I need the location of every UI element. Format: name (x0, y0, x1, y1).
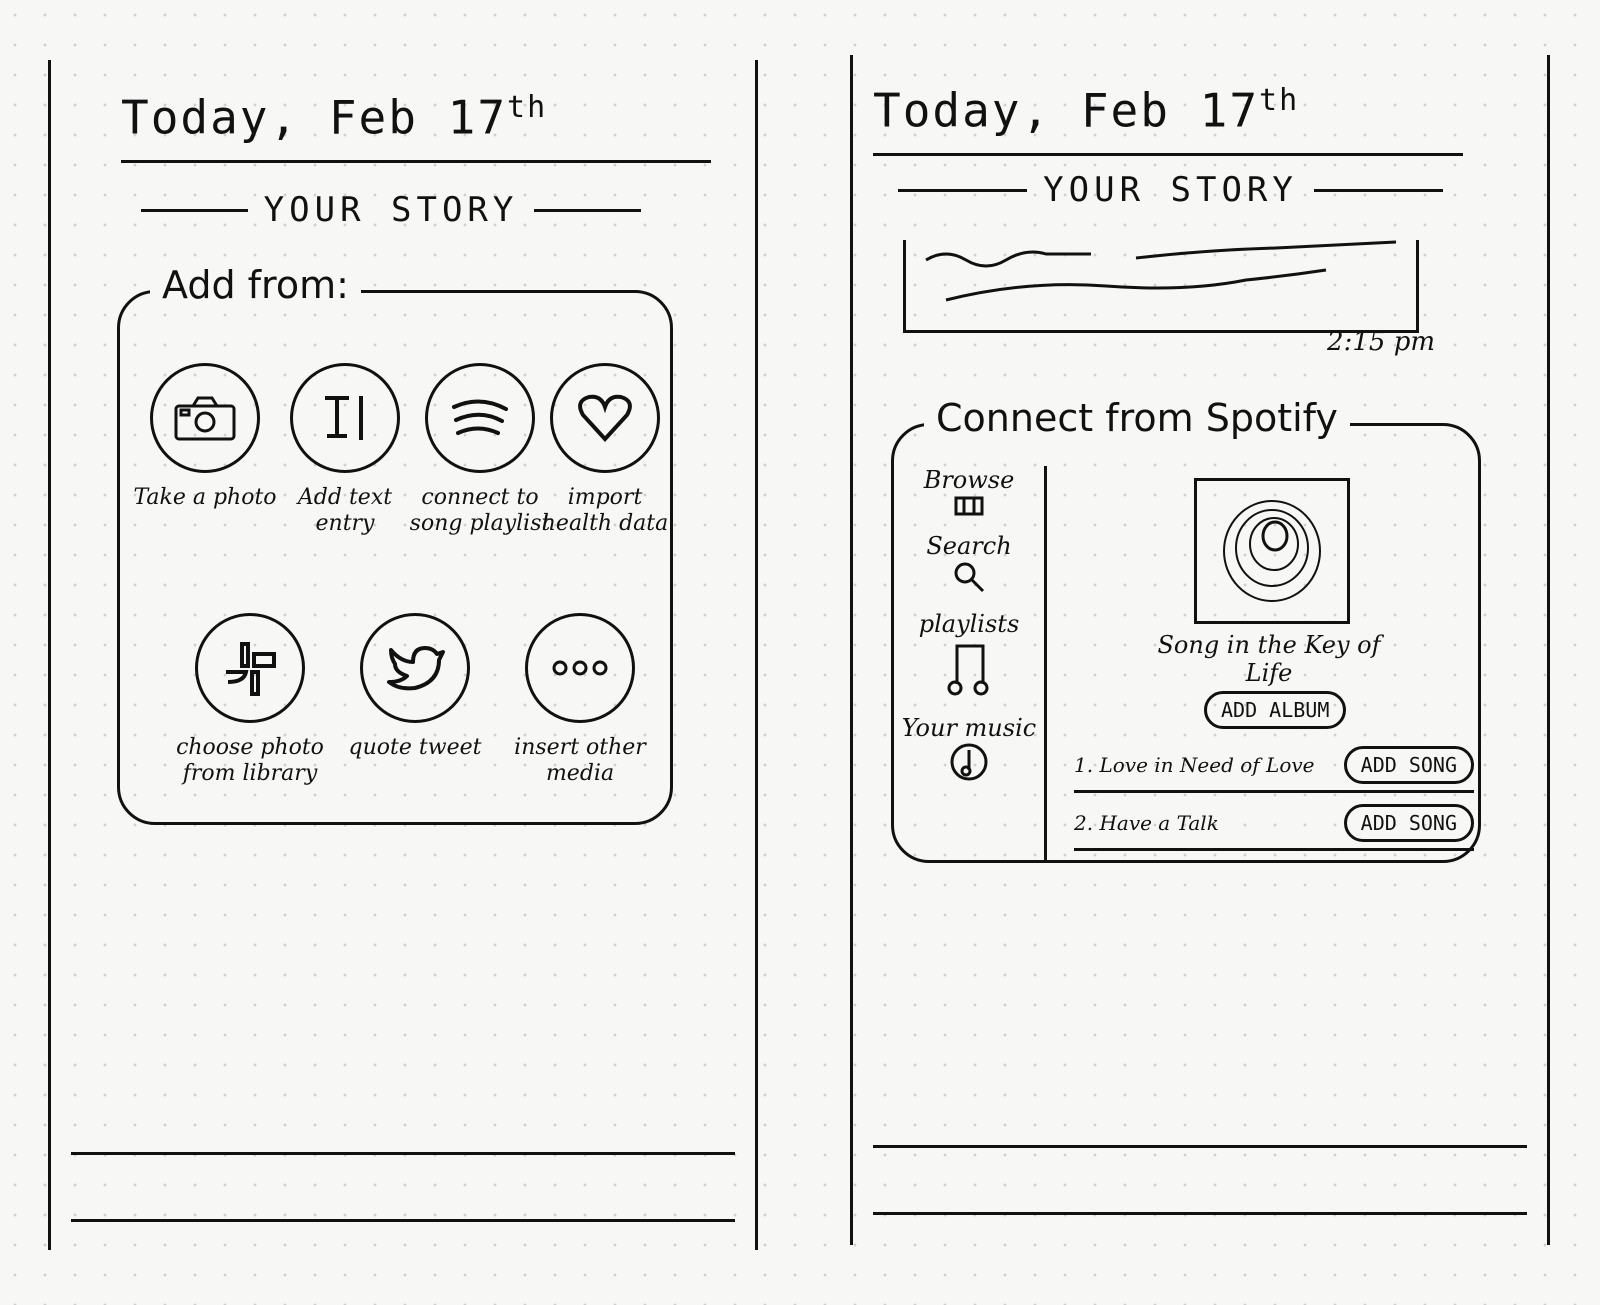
option-label: quote tweet (348, 735, 482, 760)
song-text: 1. Love in Need of Love (1074, 753, 1315, 777)
spotify-legend: Connect from Spotify (924, 396, 1350, 440)
date-suffix: th (507, 90, 548, 125)
option-label: choose photo from library (176, 735, 324, 786)
song-title: Have a Talk (1099, 811, 1219, 835)
divider (141, 208, 248, 212)
spotify-panel: Connect from Spotify Browse Search playl… (891, 396, 1481, 863)
divider (1313, 188, 1444, 192)
nav-label: Search (926, 532, 1012, 560)
add-album-button[interactable]: ADD ALBUM (1204, 691, 1347, 729)
song-text: 2. Have a Talk (1074, 811, 1219, 835)
album-art[interactable] (1194, 478, 1350, 624)
heart-icon (550, 363, 660, 473)
spotify-icon (425, 363, 535, 473)
nav-label: playlists (918, 610, 1020, 638)
phone-screen-add-from: Today, Feb 17th YOUR STORY Add from: Tak… (48, 60, 758, 1250)
twitter-bird-icon (360, 613, 470, 723)
nav-your-music[interactable]: Your music (894, 714, 1044, 782)
quote-tweet-option[interactable]: quote tweet (340, 613, 490, 761)
date-header: Today, Feb 17th (873, 83, 1463, 156)
album-title: Song in the Key of Life (1157, 631, 1381, 687)
divider (898, 188, 1028, 192)
story-text-entry[interactable] (903, 240, 1419, 333)
bottom-tab-bar (71, 1152, 735, 1222)
choose-photo-option[interactable]: choose photo from library (160, 613, 340, 787)
story-title: YOUR STORY (1043, 170, 1298, 210)
nav-browse[interactable]: Browse (894, 466, 1044, 516)
option-label: Add text entry (297, 485, 393, 536)
your-music-icon (950, 743, 988, 781)
divider (534, 208, 642, 212)
add-from-panel: Add from: Take a photo Add text entry co… (117, 263, 673, 825)
add-song-button[interactable]: ADD SONG (1343, 746, 1474, 784)
song-row: 2. Have a Talk ADD SONG (1074, 804, 1474, 851)
camera-icon (150, 363, 260, 473)
option-label: insert other media (514, 735, 646, 786)
more-icon (525, 613, 635, 723)
add-from-legend: Add from: (150, 263, 361, 307)
date-title: Today, Feb 17 (121, 90, 508, 145)
song-title: Love in Need of Love (1099, 753, 1315, 777)
bottom-tab-bar (873, 1145, 1527, 1215)
option-label: Take a photo (133, 485, 277, 510)
song-row: 1. Love in Need of Love ADD SONG (1074, 746, 1474, 793)
take-photo-option[interactable]: Take a photo (130, 363, 280, 511)
scribble-text-icon (925, 240, 1397, 302)
date-title: Today, Feb 17 (873, 83, 1260, 138)
date-suffix: th (1259, 83, 1300, 118)
nav-label: Your music (901, 714, 1037, 742)
song-number: 1. (1074, 753, 1094, 777)
song-number: 2. (1074, 811, 1094, 835)
add-song-button[interactable]: ADD SONG (1343, 804, 1474, 842)
album-swirl-icon (1223, 500, 1321, 602)
nav-search[interactable]: Search (894, 532, 1044, 594)
spotify-sidebar: Browse Search playlists Your music (894, 466, 1047, 860)
browse-icon (954, 496, 984, 516)
add-text-option[interactable]: Add text entry (270, 363, 420, 537)
your-story-heading: YOUR STORY (141, 190, 642, 230)
photos-icon (195, 613, 305, 723)
insert-media-option[interactable]: insert other media (490, 613, 670, 787)
your-story-heading: YOUR STORY (898, 170, 1444, 210)
search-icon (954, 562, 985, 593)
story-title: YOUR STORY (263, 190, 519, 230)
import-health-option[interactable]: import health data (530, 363, 680, 537)
music-note-icon (947, 644, 989, 696)
entry-timestamp: 2:15 pm (1327, 327, 1435, 357)
text-icon (290, 363, 400, 473)
nav-playlists[interactable]: playlists (894, 610, 1044, 698)
option-label: import health data (541, 485, 669, 536)
date-header: Today, Feb 17th (121, 90, 711, 163)
nav-label: Browse (923, 466, 1015, 494)
phone-screen-spotify: Today, Feb 17th YOUR STORY 2:15 pm Conne… (850, 55, 1550, 1245)
